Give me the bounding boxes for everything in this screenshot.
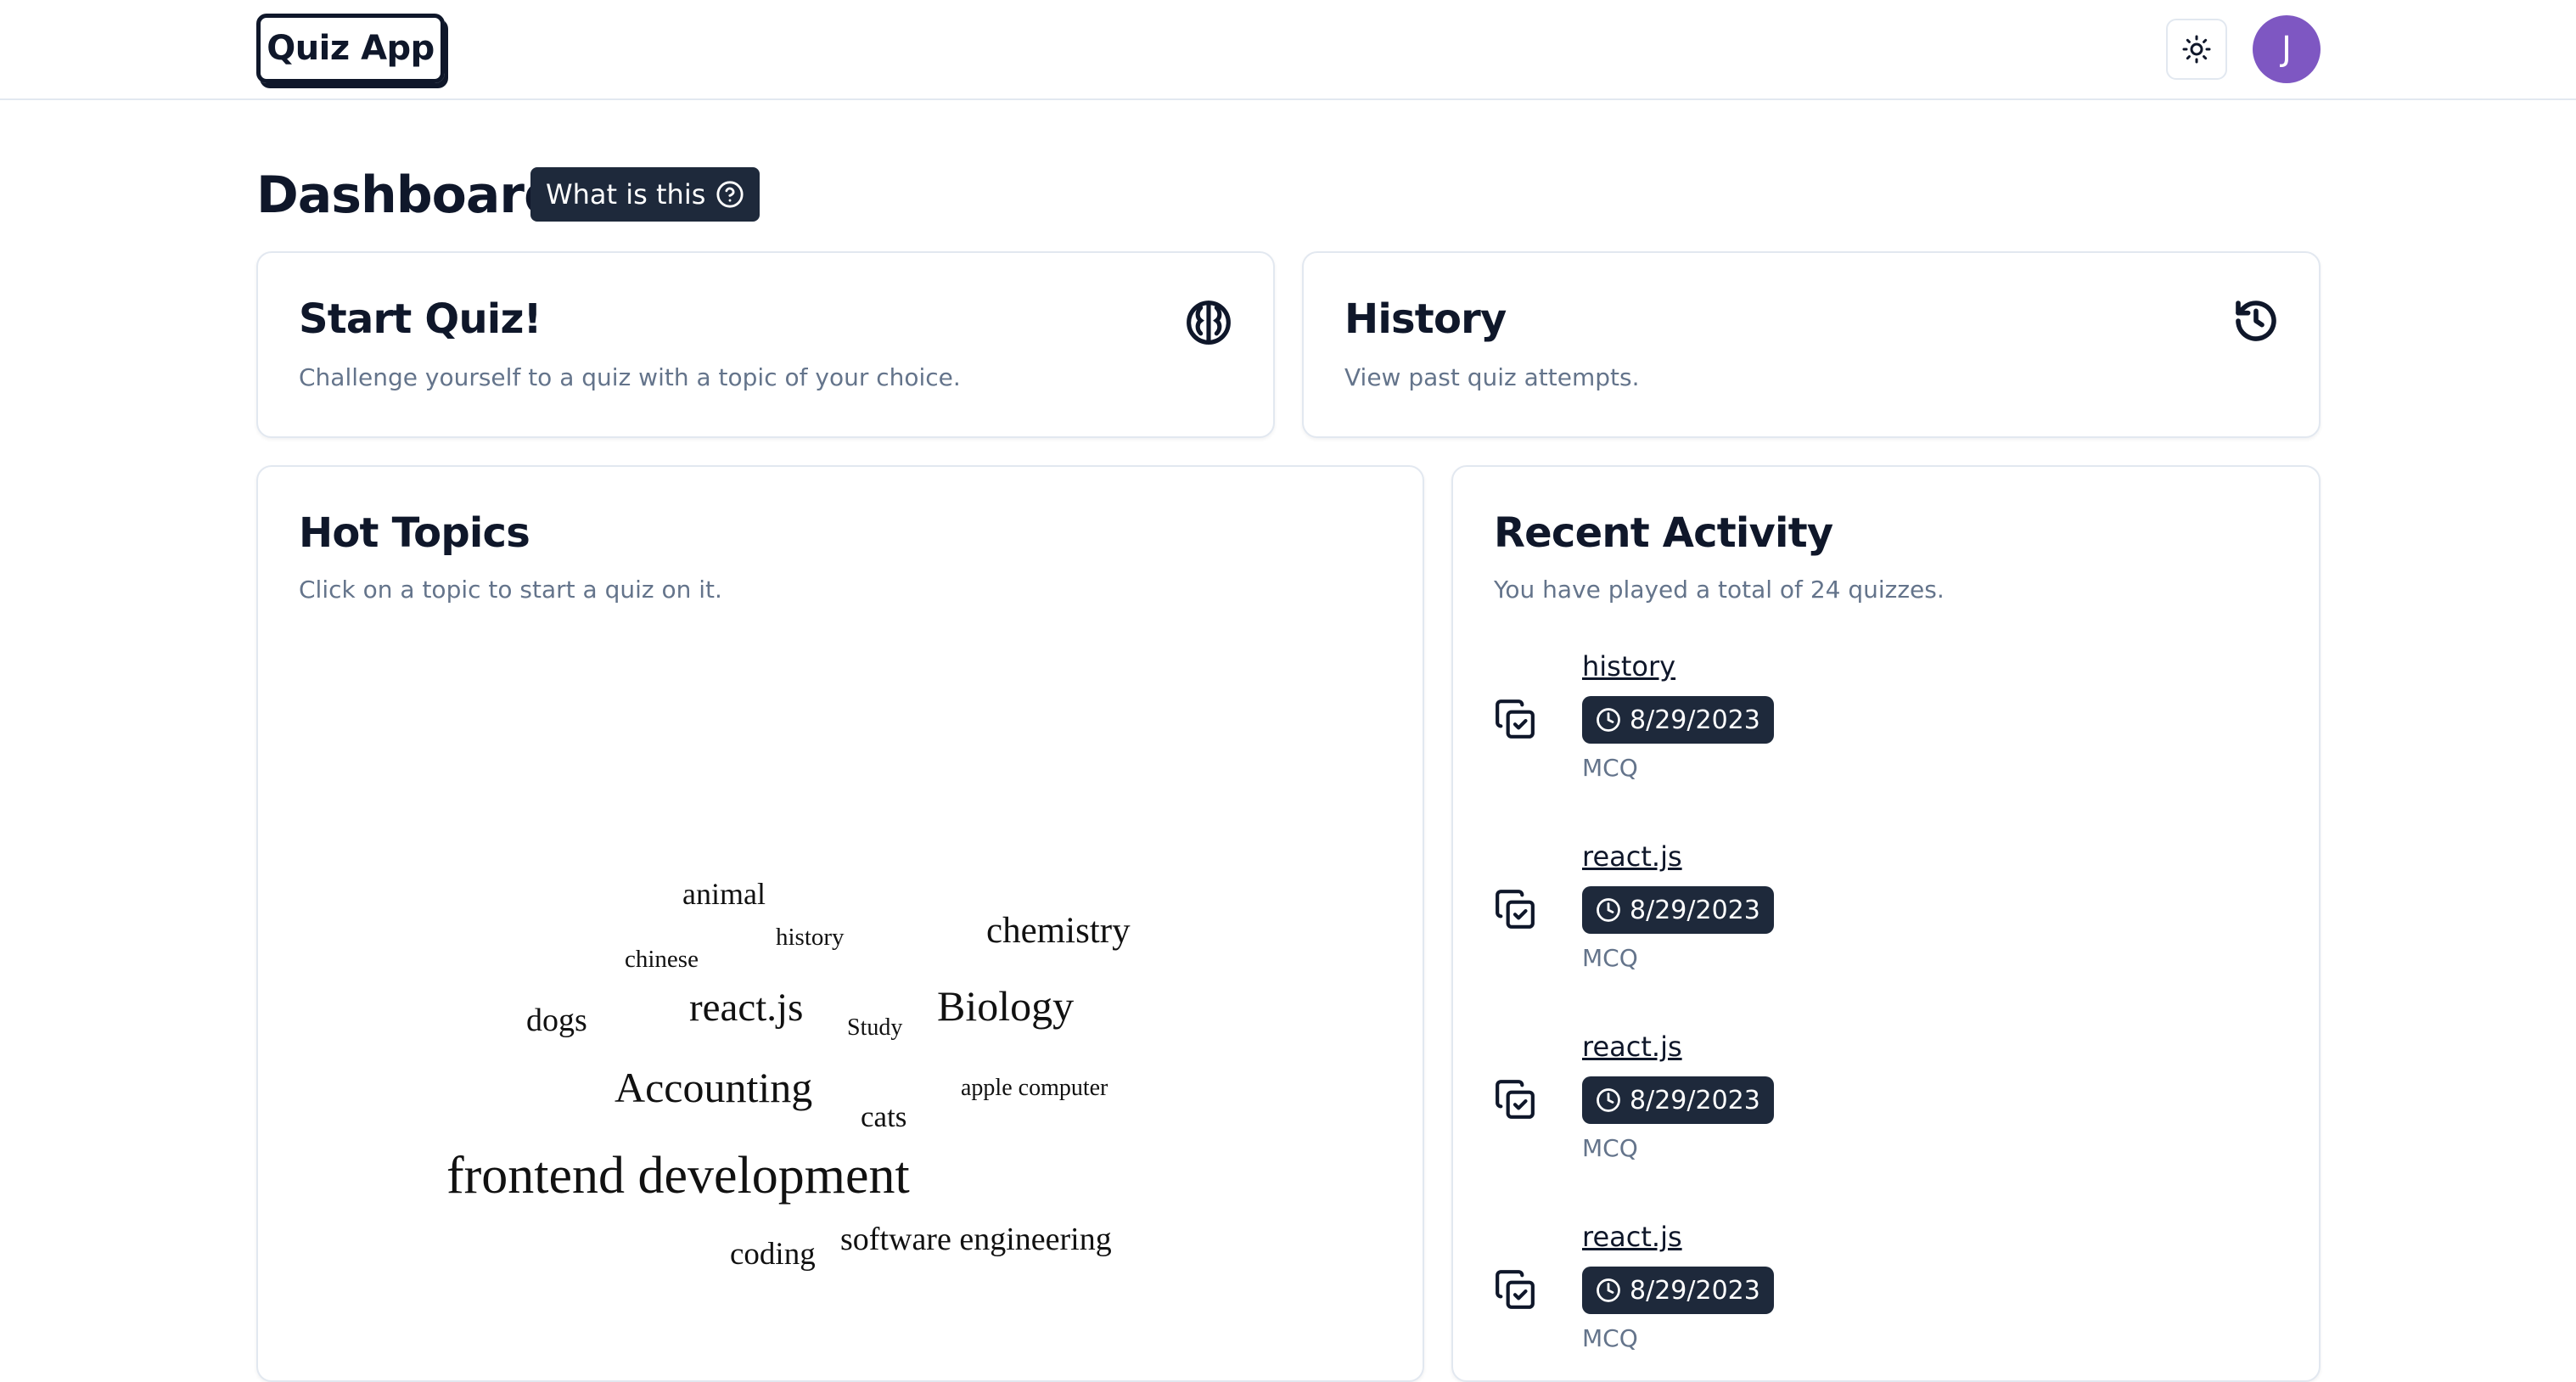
app-logo-link[interactable]: Quiz App [256, 14, 445, 83]
activity-topic-link[interactable]: react.js [1582, 1221, 1682, 1253]
activity-topic-link[interactable]: react.js [1582, 840, 1682, 873]
topic-word[interactable]: chemistry [986, 910, 1131, 952]
start-quiz-description: Challenge yourself to a quiz with a topi… [299, 363, 961, 391]
topic-word[interactable]: animal [682, 876, 766, 912]
history-description: View past quiz attempts. [1344, 363, 1640, 391]
activity-date-badge: 8/29/2023 [1582, 696, 1774, 744]
sun-icon [2182, 35, 2211, 64]
activity-type: MCQ [1582, 1134, 1638, 1162]
recent-activity-description: You have played a total of 24 quizzes. [1494, 576, 1945, 604]
activity-date: 8/29/2023 [1630, 895, 1760, 925]
topic-word[interactable]: history [776, 924, 845, 952]
start-quiz-title: Start Quiz! [299, 295, 542, 343]
topic-word[interactable]: Accounting [615, 1063, 812, 1112]
recent-activity-title: Recent Activity [1494, 509, 1833, 557]
hot-topics-title: Hot Topics [299, 509, 530, 557]
topic-word[interactable]: apple computer [961, 1075, 1108, 1102]
copy-check-icon [1496, 699, 1535, 739]
history-card[interactable]: History View past quiz attempts. [1302, 251, 2321, 438]
activity-date: 8/29/2023 [1630, 705, 1760, 735]
activity-date-badge: 8/29/2023 [1582, 886, 1774, 934]
topic-word[interactable]: cats [861, 1100, 906, 1134]
activity-date-badge: 8/29/2023 [1582, 1076, 1774, 1124]
activity-type: MCQ [1582, 944, 1638, 972]
activity-date: 8/29/2023 [1630, 1085, 1760, 1115]
topic-word[interactable]: Biology [937, 981, 1074, 1031]
clock-icon [1597, 708, 1620, 732]
clock-icon [1597, 898, 1620, 922]
activity-topic-link[interactable]: react.js [1582, 1031, 1682, 1063]
activity-topic-link[interactable]: history [1582, 650, 1675, 683]
copy-check-icon [1496, 890, 1535, 929]
user-avatar-button[interactable]: J [2253, 15, 2321, 83]
question-circle-icon [716, 181, 744, 208]
topic-word[interactable]: frontend development [446, 1146, 910, 1206]
topic-word[interactable]: Study [847, 1014, 902, 1042]
activity-type: MCQ [1582, 1324, 1638, 1352]
hot-topics-card: Hot Topics Click on a topic to start a q… [256, 465, 1424, 1382]
activity-date-badge: 8/29/2023 [1582, 1267, 1774, 1314]
history-icon [2236, 301, 2276, 341]
theme-toggle-button[interactable] [2166, 19, 2227, 80]
page-title: Dashboard [256, 166, 560, 225]
topic-word[interactable]: dogs [526, 1002, 587, 1039]
copy-check-icon [1496, 1270, 1535, 1309]
clock-icon [1597, 1278, 1620, 1302]
topic-word[interactable]: react.js [689, 985, 803, 1031]
brain-icon [1187, 301, 1231, 345]
topic-word[interactable]: coding [730, 1236, 816, 1272]
clock-icon [1597, 1088, 1620, 1112]
help-button-label: What is this [546, 178, 706, 211]
recent-activity-card: Recent Activity You have played a total … [1451, 465, 2321, 1382]
topic-word[interactable]: software engineering [840, 1221, 1112, 1258]
copy-check-icon [1496, 1080, 1535, 1119]
activity-type: MCQ [1582, 754, 1638, 782]
top-navbar: Quiz App J [0, 0, 2576, 100]
start-quiz-card[interactable]: Start Quiz! Challenge yourself to a quiz… [256, 251, 1275, 438]
history-title: History [1344, 295, 1507, 343]
hot-topics-description: Click on a topic to start a quiz on it. [299, 576, 722, 604]
topic-word[interactable]: chinese [625, 946, 699, 974]
activity-date: 8/29/2023 [1630, 1275, 1760, 1306]
what-is-this-button[interactable]: What is this [530, 167, 760, 222]
